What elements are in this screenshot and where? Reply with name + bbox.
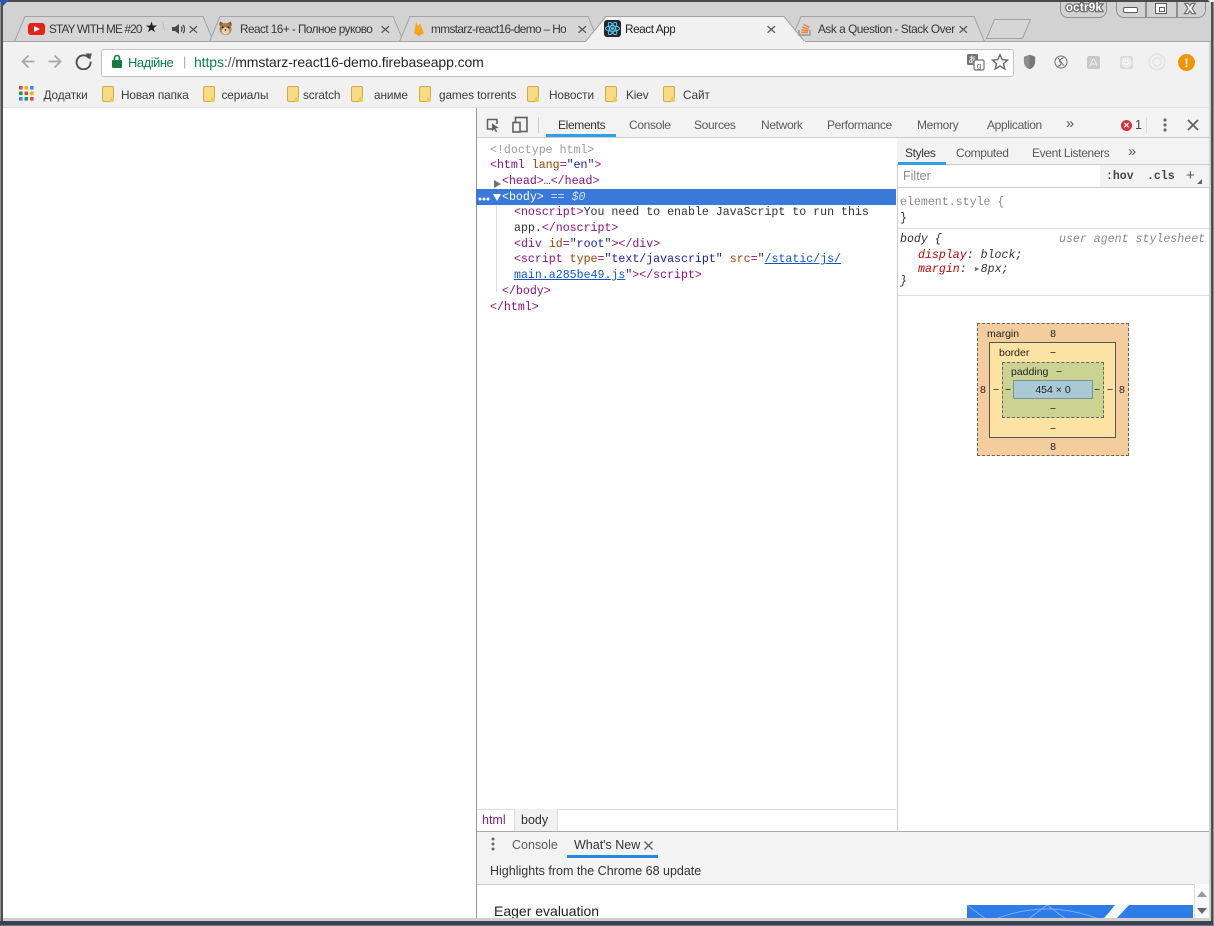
svg-text:g: g bbox=[977, 62, 981, 71]
